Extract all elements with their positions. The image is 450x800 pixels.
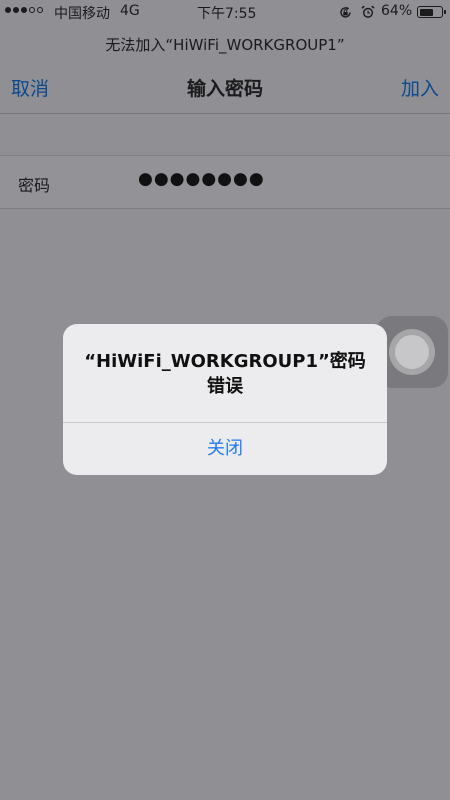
alarm-clock-icon (361, 5, 375, 18)
battery-icon (417, 6, 446, 18)
alert-title-line2: 错误 (207, 376, 243, 397)
network-prompt: 无法加入“HiWiFi_WORKGROUP1” (105, 36, 345, 54)
status-time: 下午7:55 (197, 6, 257, 22)
alert-dialog: “HiWiFi_WORKGROUP1”密码 错误 关闭 (63, 324, 387, 475)
page-title: 输入密码 (186, 78, 263, 100)
nav-divider (0, 113, 450, 114)
battery-percent: 64% (381, 3, 413, 19)
close-button[interactable]: 关闭 (63, 423, 387, 475)
signal-strength-icon (5, 7, 43, 13)
alert-title: “HiWiFi_WORKGROUP1”密码 错误 (63, 349, 387, 399)
cancel-button[interactable]: 取消 (11, 74, 49, 101)
password-label: 密码 (18, 176, 51, 195)
rotation-lock-icon (340, 6, 351, 18)
password-row: 密码 ●●●●●●●● (0, 155, 450, 209)
network-type: 4G (120, 3, 140, 19)
battery-fill (419, 8, 433, 16)
status-bar: 中国移动 4G 下午7:55 64% (0, 0, 450, 26)
join-button[interactable]: 加入 (401, 74, 439, 101)
carrier-name: 中国移动 (54, 6, 110, 22)
password-field[interactable]: ●●●●●●●● (138, 169, 428, 193)
alert-title-line1: “HiWiFi_WORKGROUP1”密码 (84, 351, 366, 372)
